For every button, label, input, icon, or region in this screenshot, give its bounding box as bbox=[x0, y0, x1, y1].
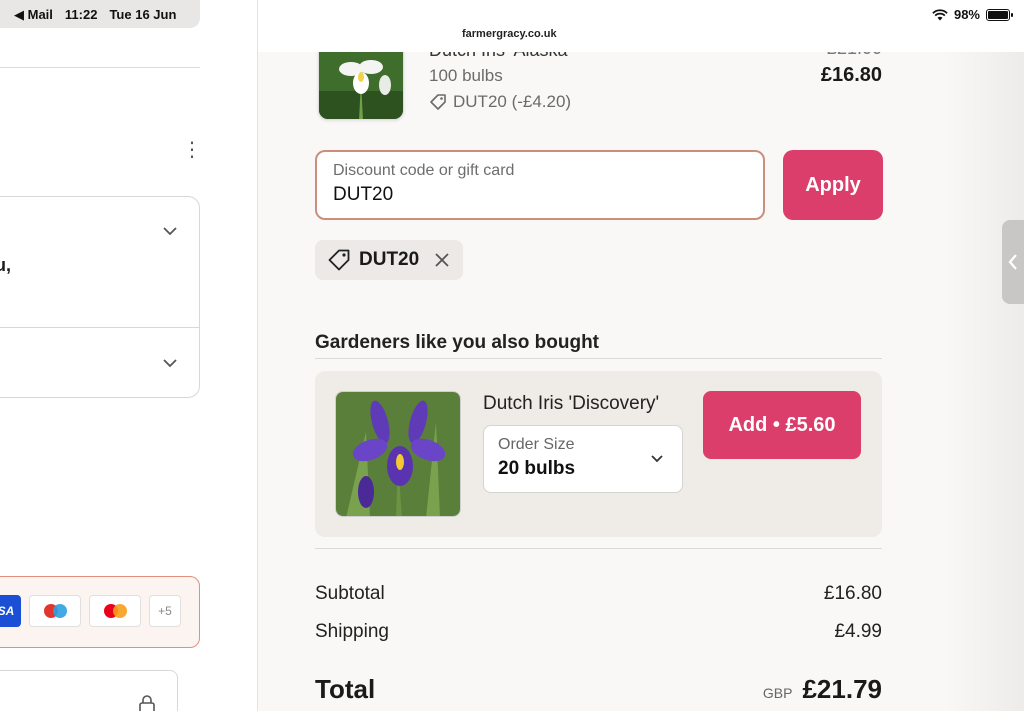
status-bar: ◀ Mail 11:22 Tue 16 Jun 98% bbox=[0, 0, 1024, 28]
lock-icon bbox=[139, 695, 155, 711]
applied-discount-chip: DUT20 bbox=[315, 240, 464, 280]
applied-discount-code: DUT20 bbox=[359, 249, 420, 270]
product-image-discovery bbox=[335, 391, 461, 517]
tag-icon bbox=[430, 94, 446, 110]
currency-code: GBP bbox=[762, 685, 793, 701]
discount-code-field[interactable]: Discount code or gift card DUT20 bbox=[315, 150, 765, 220]
order-summary-pane: farmergracy.co.uk Dutch Iris 'Alaska' 10… bbox=[258, 0, 1024, 711]
order-size-select[interactable]: Order Size 20 bulbs bbox=[483, 425, 683, 493]
chevron-down-icon[interactable] bbox=[163, 223, 177, 239]
pane-shadow bbox=[944, 0, 1024, 711]
apply-discount-button[interactable]: Apply bbox=[783, 150, 883, 220]
visa-logo: SA bbox=[0, 595, 21, 627]
discount-code-label: Discount code or gift card bbox=[333, 162, 515, 179]
discount-code-input[interactable]: DUT20 bbox=[333, 184, 747, 206]
status-date: Tue 16 Jun bbox=[109, 7, 177, 22]
cart-item-discount: DUT20 (-£4.20) bbox=[429, 92, 571, 112]
cart-item-size: 100 bulbs bbox=[429, 66, 503, 85]
divider bbox=[315, 548, 882, 549]
mastercard-logo bbox=[89, 595, 141, 627]
shipping-label: Shipping bbox=[315, 621, 389, 642]
upsell-section-title: Gardeners like you also bought bbox=[315, 332, 600, 353]
battery-icon bbox=[986, 8, 1013, 21]
battery-percent: 98% bbox=[953, 7, 980, 22]
add-upsell-button[interactable]: Add • £5.60 bbox=[703, 391, 861, 459]
more-options-icon[interactable]: ⋮ bbox=[182, 140, 202, 160]
back-to-mail-link[interactable]: ◀ Mail bbox=[14, 7, 53, 28]
subtotal-label: Subtotal bbox=[315, 583, 385, 604]
chevron-down-icon bbox=[651, 455, 663, 463]
upsell-product-name: Dutch Iris 'Discovery' bbox=[483, 393, 660, 414]
status-bar-right: 98% bbox=[932, 7, 1013, 22]
payment-method-card[interactable]: SA +5 bbox=[0, 576, 200, 648]
total-label: Total bbox=[315, 674, 376, 704]
subtotal-row: Subtotal £16.80 bbox=[315, 583, 882, 605]
close-icon[interactable] bbox=[433, 251, 451, 269]
maestro-logo bbox=[29, 595, 81, 627]
side-drawer-handle[interactable] bbox=[1002, 220, 1024, 304]
shipping-row: Shipping £4.99 bbox=[315, 621, 882, 643]
partial-text: u, bbox=[0, 255, 11, 275]
status-time: 11:22 bbox=[64, 7, 98, 22]
order-size-value: 20 bulbs bbox=[498, 458, 576, 479]
divider bbox=[0, 327, 199, 328]
accordion-card: u, bbox=[0, 196, 200, 398]
total-value: £21.79 bbox=[802, 674, 882, 704]
subtotal-value: £16.80 bbox=[823, 583, 882, 604]
divider bbox=[0, 67, 200, 68]
url-text[interactable]: farmergracy.co.uk bbox=[452, 26, 567, 46]
total-amount: GBP £21.79 bbox=[763, 674, 882, 705]
left-pane: ⋮ u, SA +5 bbox=[0, 0, 258, 711]
divider bbox=[315, 358, 882, 359]
shipping-value: £4.99 bbox=[834, 621, 882, 642]
order-size-label: Order Size bbox=[498, 436, 575, 453]
cart-item-price: £16.80 bbox=[820, 64, 882, 86]
product-image-alaska bbox=[318, 40, 404, 120]
card-number-field[interactable] bbox=[0, 670, 178, 711]
chevron-left-icon bbox=[1008, 254, 1017, 270]
cart-item-discount-text: DUT20 (-£4.20) bbox=[453, 92, 572, 111]
upsell-card: Dutch Iris 'Discovery' Order Size 20 bul… bbox=[315, 371, 882, 537]
status-bar-left: ◀ Mail 11:22 Tue 16 Jun bbox=[0, 0, 200, 28]
tag-icon bbox=[328, 249, 350, 271]
chevron-down-icon[interactable] bbox=[163, 355, 177, 371]
more-cards-badge: +5 bbox=[149, 595, 181, 627]
wifi-icon bbox=[932, 8, 948, 20]
